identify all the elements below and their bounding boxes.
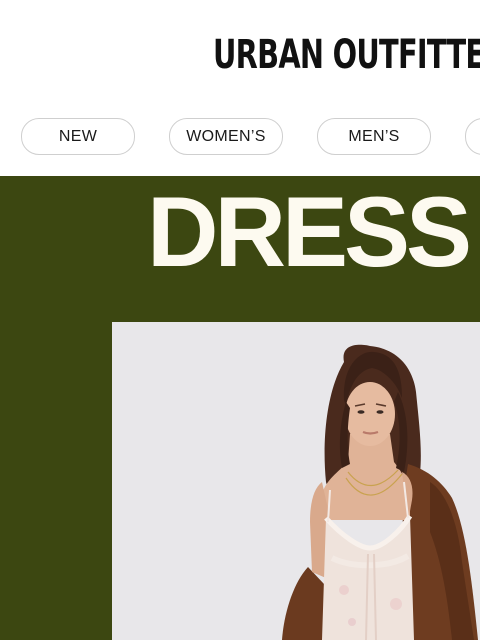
nav-pill-new[interactable]: NEW <box>21 118 135 155</box>
hero-title: DRESS <box>147 176 472 287</box>
nav-pill-womens[interactable]: WOMEN’S <box>169 118 283 155</box>
category-nav: NEW WOMEN’S MEN’S <box>0 118 480 156</box>
hero-banner[interactable]: DRESS <box>0 176 480 640</box>
nav-pill-mens[interactable]: MEN’S <box>317 118 431 155</box>
model-illustration <box>112 322 480 640</box>
nav-pill-more[interactable] <box>465 118 480 155</box>
hero-photo[interactable] <box>112 322 480 640</box>
brand-logo[interactable]: URBAN OUTFITTERS <box>213 32 480 78</box>
site-header: URBAN OUTFITTERS NEW WOMEN’S MEN’S <box>0 0 480 176</box>
